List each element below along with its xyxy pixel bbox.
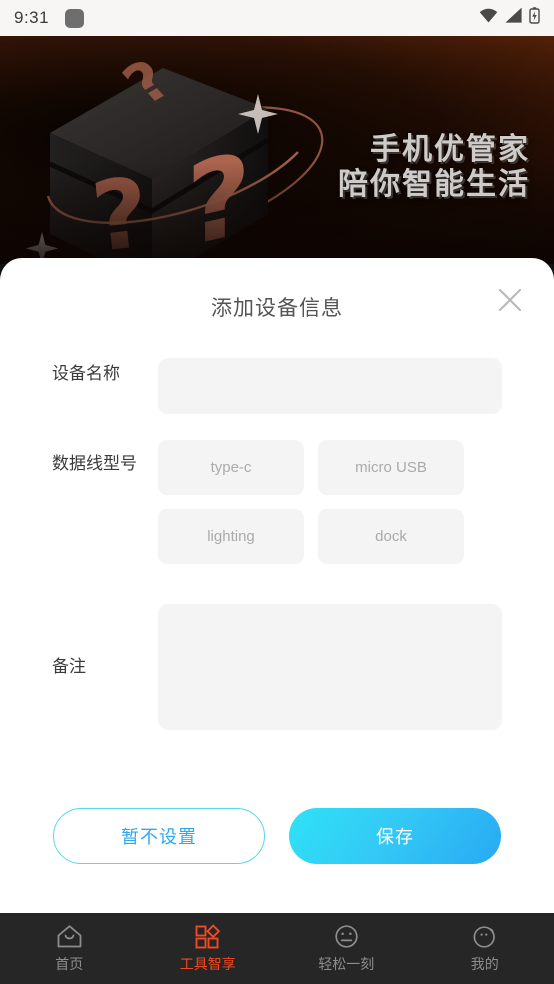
tab-tools[interactable]: 工具智享: [139, 913, 278, 984]
remark-label: 备注: [52, 656, 86, 676]
field-row-cable-type: 数据线型号 type-c micro USB lighting dock: [52, 440, 502, 564]
rounded-square-icon: [65, 8, 85, 28]
svg-text:?: ?: [110, 48, 185, 116]
wifi-icon: [479, 8, 498, 28]
device-name-label: 设备名称: [52, 364, 120, 383]
tab-home-label: 首页: [55, 956, 84, 972]
close-button[interactable]: [490, 282, 530, 322]
close-icon: [496, 286, 524, 319]
remark-textarea[interactable]: [158, 604, 502, 730]
home-icon: [56, 923, 83, 949]
status-bar-icons: [479, 7, 540, 29]
modal-actions: 暂不设置 保存: [0, 808, 554, 864]
svg-text:?: ?: [186, 127, 251, 264]
cable-option-dock[interactable]: dock: [318, 509, 464, 564]
status-bar-time: 9:31: [14, 8, 50, 27]
tab-profile-label: 我的: [470, 956, 499, 972]
signal-icon: [505, 7, 522, 28]
tab-tools-label: 工具智享: [179, 956, 236, 972]
promo-banner[interactable]: ? ? ? 手机优管家 陪你智能生活: [0, 36, 554, 264]
cable-option-micro-usb[interactable]: micro USB: [318, 440, 464, 495]
tab-profile[interactable]: 我的: [416, 913, 554, 984]
banner-headline-line2: 陪你智能生活: [338, 168, 530, 202]
status-bar: 9:31: [0, 0, 554, 36]
grid-tools-icon: [194, 923, 221, 949]
cable-option-type-c[interactable]: type-c: [158, 440, 304, 495]
add-device-form: 设备名称 数据线型号 type-c micro USB lighting doc…: [0, 358, 554, 730]
cable-type-label: 数据线型号: [52, 454, 137, 473]
bottom-navigation: 首页 工具智享 轻松一刻 我的: [0, 913, 554, 984]
save-button[interactable]: 保存: [289, 808, 501, 864]
device-name-input[interactable]: [158, 358, 502, 414]
svg-text:?: ?: [87, 157, 154, 264]
profile-face-icon: [471, 923, 498, 949]
field-row-device-name: 设备名称: [52, 358, 502, 414]
cancel-button[interactable]: 暂不设置: [53, 808, 265, 864]
banner-headline: 手机优管家 陪你智能生活: [338, 132, 530, 203]
tab-relax[interactable]: 轻松一刻: [277, 913, 416, 984]
banner-headline-line1: 手机优管家: [370, 133, 530, 166]
neutral-face-icon: [333, 923, 360, 949]
tab-home[interactable]: 首页: [0, 913, 139, 984]
cable-option-lighting[interactable]: lighting: [158, 509, 304, 564]
tab-relax-label: 轻松一刻: [318, 956, 375, 972]
cable-type-options: type-c micro USB lighting dock: [158, 440, 502, 564]
field-row-remark: 备注: [52, 604, 502, 730]
battery-charging-icon: [529, 7, 540, 29]
modal-title: 添加设备信息: [211, 297, 343, 320]
